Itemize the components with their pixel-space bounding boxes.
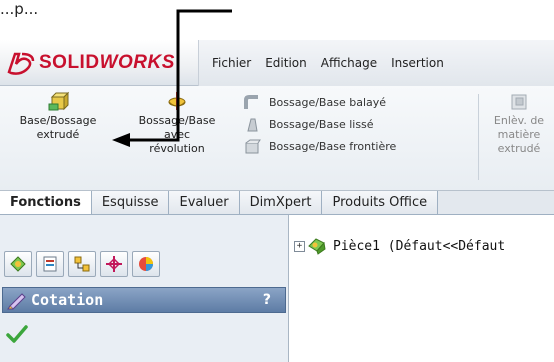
command-tabs: Fonctions Esquisse Evaluer DimXpert Prod… [0,191,554,215]
menu-insertion[interactable]: Insertion [384,40,451,86]
ds-logo-icon [7,52,35,75]
swept-boss-button[interactable]: Bossage/Base balayé [243,92,396,114]
lofted-boss-button[interactable]: Bossage/Base lissé [243,114,396,136]
menu-edition[interactable]: Edition [258,40,314,86]
menu-affichage[interactable]: Affichage [314,40,384,86]
feature-manager-tab-button[interactable] [4,251,32,277]
revolved-boss-button[interactable]: Bossage/Base avec révolution [118,90,236,156]
extruded-cut-icon [511,94,527,110]
cut-label-line3: extrudé [497,142,541,155]
panel-icon-bar [4,251,160,277]
feature-tree-area: + Pièce1 (Défaut<<Défaut [290,215,554,362]
ribbon-separator [478,94,479,180]
cut-label-line1: Enlèv. de [493,114,545,127]
configuration-icon [74,256,90,272]
extruded-cut-button[interactable]: Enlèv. de matière extrudé [484,90,554,156]
lofted-boss-icon [247,118,258,132]
property-manager-title: Cotation [31,291,104,309]
property-manager-panel: Cotation ? [0,215,289,362]
title-bar: SOLIDWORKS Fichier Edition Affichage Ins… [0,40,554,86]
dimension-icon [7,293,26,310]
feature-tree-icon [10,256,26,272]
boundary-boss-icon [245,139,261,154]
swept-boss-icon [244,95,258,109]
revolve-icon [168,92,186,110]
extrude-icon [48,91,69,111]
dimxpert-icon [106,256,122,272]
menu-fichier[interactable]: Fichier [205,40,258,86]
brand-name: SOLIDWORKS [39,52,175,73]
property-manager-title-bar: Cotation ? [2,287,286,313]
help-button[interactable]: ? [263,292,271,308]
boundary-boss-button[interactable]: Bossage/Base frontière [243,136,396,158]
property-manager-tab-button[interactable] [36,251,64,277]
tab-fonctions[interactable]: Fonctions [0,191,92,214]
tab-dimxpert[interactable]: DimXpert [239,191,323,214]
menu-bar: Fichier Edition Affichage Insertion [198,40,554,86]
extrude-label-line1: Base/Bossage [19,114,97,127]
property-sheet-icon [43,256,57,272]
revolve-label-line3: révolution [149,142,205,155]
extruded-boss-button[interactable]: Base/Bossage extrudé [4,90,112,142]
revolve-label-line1: Bossage/Base [138,114,216,127]
tab-produits-office[interactable]: Produits Office [322,191,439,214]
ok-check-icon[interactable] [6,323,28,345]
boss-feature-list: Bossage/Base balayé Bossage/Base lissé B… [243,92,396,158]
expand-toggle[interactable]: + [294,240,305,252]
extrude-label-line2: extrudé [36,128,80,141]
solidworks-logo: SOLIDWORKS [6,50,175,76]
command-manager-ribbon: Base/Bossage extrudé Bossage/Base avec r… [0,86,554,191]
display-manager-tab-button[interactable] [132,251,160,277]
configuration-manager-tab-button[interactable] [68,251,96,277]
display-manager-icon [139,257,153,271]
revolve-label-line2: avec [163,128,191,141]
tab-evaluer[interactable]: Evaluer [169,191,240,214]
part-name: Pièce1 (Défaut<<Défaut [333,238,506,254]
tree-item-part[interactable]: + Pièce1 (Défaut<<Défaut [294,237,505,255]
page-header-text: ...p... [0,0,39,18]
tab-esquisse[interactable]: Esquisse [91,191,170,214]
dimxpert-manager-tab-button[interactable] [100,251,128,277]
cut-label-line2: matière [497,128,541,141]
part-icon [308,238,326,255]
